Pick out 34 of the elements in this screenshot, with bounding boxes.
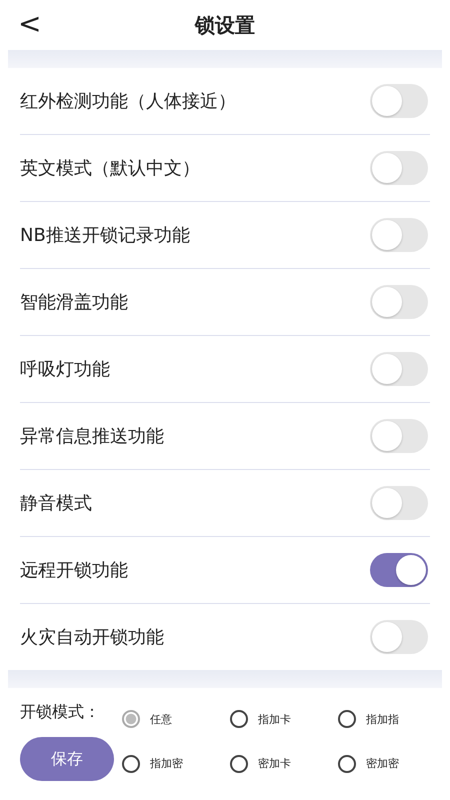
- toggle-switch[interactable]: [370, 620, 428, 654]
- toggle-switch[interactable]: [370, 419, 428, 453]
- toggle-switch[interactable]: [370, 285, 428, 319]
- setting-label: 英文模式（默认中文）: [20, 157, 200, 180]
- option-label: 任意: [150, 712, 172, 727]
- radio-button[interactable]: [122, 710, 140, 728]
- option-label: 指加卡: [258, 712, 291, 727]
- radio-button[interactable]: [122, 754, 140, 773]
- toggle-switch[interactable]: [370, 352, 428, 386]
- back-button[interactable]: <: [18, 8, 42, 40]
- option-label: 指加指: [366, 712, 399, 727]
- toggle-switch[interactable]: [370, 553, 428, 587]
- radio-button[interactable]: [230, 754, 248, 773]
- page-title: 锁设置: [195, 12, 255, 38]
- radio-button[interactable]: [338, 710, 356, 728]
- setting-label: 呼吸灯功能: [20, 358, 110, 381]
- option-label: 密加卡: [258, 756, 291, 772]
- toggle-switch[interactable]: [370, 486, 428, 520]
- radio-button[interactable]: [230, 710, 248, 728]
- option-label: 指加密: [150, 756, 183, 772]
- setting-label: 远程开锁功能: [20, 559, 128, 582]
- option-label: 密加密: [366, 756, 399, 772]
- setting-label: 火灾自动开锁功能: [20, 626, 164, 649]
- setting-label: 异常信息推送功能: [20, 425, 164, 448]
- setting-label: 红外检测功能（人体接近）: [20, 90, 236, 113]
- unlock-mode-label: 开锁模式：: [20, 702, 101, 723]
- radio-button[interactable]: [338, 754, 356, 773]
- save-button[interactable]: 保存: [20, 737, 114, 781]
- toggle-switch[interactable]: [370, 151, 428, 185]
- setting-label: 智能滑盖功能: [20, 291, 128, 314]
- setting-label: NB推送开锁记录功能: [20, 224, 190, 247]
- toggle-switch[interactable]: [370, 84, 428, 118]
- toggle-switch[interactable]: [370, 218, 428, 252]
- setting-label: 静音模式: [20, 492, 92, 515]
